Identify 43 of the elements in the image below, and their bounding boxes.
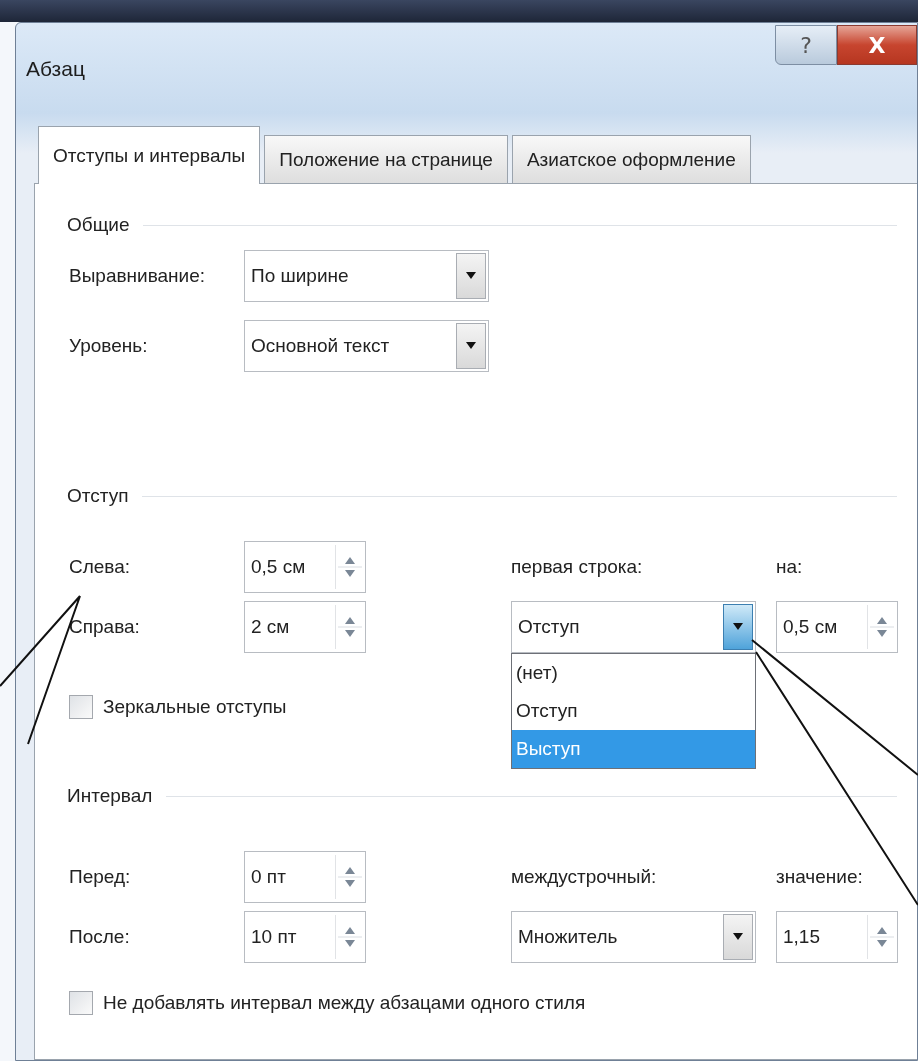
spin-field[interactable]: 1,15 <box>776 911 898 963</box>
dropdown-field[interactable]: Отступ <box>511 601 756 653</box>
checkbox[interactable] <box>69 991 93 1015</box>
checkbox-label: Зеркальные отступы <box>103 696 287 718</box>
list-option[interactable]: (нет) <box>512 654 755 692</box>
section-heading: Отступ <box>67 485 129 507</box>
spin-field[interactable]: 0,5 см <box>776 601 898 653</box>
field-label: значение: <box>776 866 864 888</box>
caret-icon <box>466 342 476 350</box>
field-label: на: <box>776 556 804 578</box>
dropdown-field[interactable]: Множитель <box>511 911 756 963</box>
field-label: первая строка: <box>511 556 644 578</box>
field-label: Выравнивание: <box>69 265 207 287</box>
dropdown-button[interactable] <box>723 914 753 960</box>
field-label: После: <box>69 926 131 948</box>
field-label: междустрочный: <box>511 866 658 888</box>
close-button[interactable]: X <box>837 25 917 65</box>
spin-field[interactable]: 2 см <box>244 601 366 653</box>
spin-field[interactable]: 0 пт <box>244 851 366 903</box>
caret-icon <box>466 272 476 280</box>
field-label: Справа: <box>69 616 141 638</box>
dropdown-button[interactable] <box>456 253 486 299</box>
caret-icon <box>733 623 743 631</box>
dropdown-field[interactable]: Основной текст <box>244 320 489 372</box>
section-heading: Интервал <box>67 785 153 807</box>
field-label: Уровень: <box>69 335 149 357</box>
dropdown-button[interactable] <box>456 323 486 369</box>
checkbox[interactable] <box>69 695 93 719</box>
list-option[interactable]: Отступ <box>512 692 755 730</box>
window-title: Абзац <box>26 57 85 81</box>
field-label: Перед: <box>69 866 132 888</box>
dropdown-button[interactable] <box>723 604 753 650</box>
tab[interactable]: Отступы и интервалы <box>38 126 261 184</box>
help-button[interactable]: ? <box>775 25 837 65</box>
tab[interactable]: Азиатское оформление <box>511 135 751 183</box>
spin-field[interactable]: 0,5 см <box>244 541 366 593</box>
tab[interactable]: Положение на странице <box>264 135 508 183</box>
spin-field[interactable]: 10 пт <box>244 911 366 963</box>
dropdown-field[interactable]: По ширине <box>244 250 489 302</box>
field-label: Слева: <box>69 556 132 578</box>
checkbox-label: Не добавлять интервал между абзацами одного стиля <box>103 992 586 1014</box>
section-heading: Общие <box>67 214 130 236</box>
caret-icon <box>733 933 743 941</box>
